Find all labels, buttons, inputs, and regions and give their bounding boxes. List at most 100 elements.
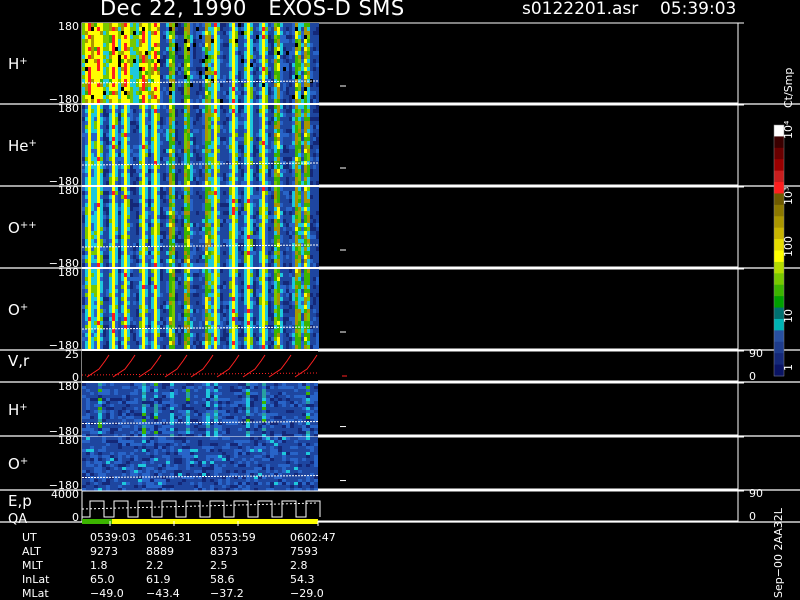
spectrogram-cell — [103, 297, 106, 301]
spectrogram-cell — [283, 55, 286, 59]
spectrogram-cell — [250, 141, 253, 145]
spectrogram-cell — [247, 105, 250, 109]
spectrogram-cell — [214, 79, 217, 83]
spectrogram-cell — [220, 129, 223, 133]
spectrogram-cell — [163, 71, 166, 75]
spectrogram-cell — [190, 59, 193, 63]
spectrogram-cell — [118, 105, 121, 109]
spectrogram-cell — [235, 169, 238, 173]
spectrogram-cell — [157, 83, 160, 87]
spectrogram-cell — [250, 133, 253, 137]
spectrogram-cell — [193, 67, 196, 71]
spectrogram-cell — [106, 203, 109, 207]
spectrogram-cell — [301, 211, 304, 215]
spectrogram-cell — [310, 259, 313, 263]
spectrogram-cell — [178, 247, 181, 251]
spectrogram-cell — [313, 235, 316, 239]
spectrogram-cell — [232, 99, 235, 103]
spectrogram-cell — [85, 321, 88, 325]
spectrogram-cell — [244, 67, 247, 71]
spectrogram-cell — [154, 105, 157, 109]
spectrogram-cell — [277, 199, 280, 203]
spectrogram-cell — [196, 239, 199, 243]
spectrogram-cell — [259, 67, 262, 71]
spectrogram-cell — [295, 199, 298, 203]
spectrogram-cell — [127, 39, 130, 43]
spectrogram-cell — [301, 251, 304, 255]
spectrogram-cell — [91, 255, 94, 259]
spectrogram-cell — [265, 157, 268, 161]
spectrogram-cell — [307, 223, 310, 227]
spectrogram-cell — [103, 199, 106, 203]
spectrogram-cell — [274, 157, 277, 161]
spectrogram-cell — [265, 247, 268, 251]
spectrogram-cell — [127, 263, 130, 267]
spectrogram-cell — [139, 99, 142, 103]
spectrogram-cell — [265, 35, 268, 39]
spectrogram-cell — [136, 75, 139, 79]
spectrogram-cell — [91, 141, 94, 145]
spectrogram-cell — [148, 23, 151, 27]
spectrogram-cell — [241, 109, 244, 113]
spectrogram-cell — [235, 149, 238, 153]
spectrogram-cell — [217, 251, 220, 255]
spectrogram-cell — [130, 35, 133, 39]
spectrogram-cell — [244, 239, 247, 243]
spectrogram-cell — [280, 133, 283, 137]
spectrogram-cell — [223, 43, 226, 47]
spectrogram-cell — [97, 289, 100, 293]
spectrogram-cell — [163, 263, 166, 267]
spectrogram-cell — [88, 337, 91, 341]
spectrogram-cell — [211, 121, 214, 125]
spectrogram-cell — [223, 27, 226, 31]
spectrogram-cell — [265, 105, 268, 109]
spectrogram-cell — [196, 43, 199, 47]
spectrogram-cell — [256, 203, 259, 207]
spectrogram-cell — [187, 203, 190, 207]
spectrogram-cell — [109, 121, 112, 125]
spectrogram-cell — [232, 227, 235, 231]
spectrogram-cell — [229, 105, 232, 109]
spectrogram-cell — [310, 75, 313, 79]
spectrogram-cell — [211, 51, 214, 55]
spectrogram-cell — [223, 99, 226, 103]
spectrogram-cell — [229, 169, 232, 173]
spectrogram-cell — [220, 203, 223, 207]
spectrogram-cell — [142, 63, 145, 67]
spectrogram-cell — [241, 187, 244, 191]
spectrogram-cell — [85, 223, 88, 227]
spectrogram-cell — [244, 243, 247, 247]
spectrogram-cell — [244, 181, 247, 185]
spectrogram-cell — [142, 133, 145, 137]
spectrogram-cell — [232, 149, 235, 153]
spectrogram-cell — [202, 129, 205, 133]
spectrogram-cell — [124, 177, 127, 181]
spectrogram-cell — [265, 23, 268, 27]
spectrogram-cell — [268, 165, 271, 169]
spectrogram-cell — [115, 235, 118, 239]
spectrogram-cell — [238, 141, 241, 145]
spectrogram-cell — [196, 75, 199, 79]
spectrogram-cell — [235, 91, 238, 95]
spectrogram-cell — [247, 255, 250, 259]
spectrogram-cell — [277, 129, 280, 133]
spectrogram-cell — [145, 67, 148, 71]
spectrogram-cell — [298, 251, 301, 255]
spectrogram-cell — [211, 153, 214, 157]
spectrogram-cell — [115, 83, 118, 87]
spectrogram-cell — [253, 243, 256, 247]
spectrogram-cell — [283, 75, 286, 79]
spectrogram-cell — [103, 113, 106, 117]
spectrogram-cell — [88, 321, 91, 325]
spectrogram-cell — [130, 95, 133, 99]
spectrogram-cell — [259, 59, 262, 63]
spectrogram-cell — [268, 63, 271, 67]
spectrogram-cell — [100, 47, 103, 51]
spectrogram-cell — [100, 273, 103, 277]
spectrogram-cell — [247, 199, 250, 203]
spectrogram-cell — [316, 191, 319, 195]
spectrogram-cell — [202, 133, 205, 137]
spectrogram-cell — [244, 117, 247, 121]
spectrogram-cell — [163, 207, 166, 211]
spectrogram-cell — [82, 345, 85, 349]
